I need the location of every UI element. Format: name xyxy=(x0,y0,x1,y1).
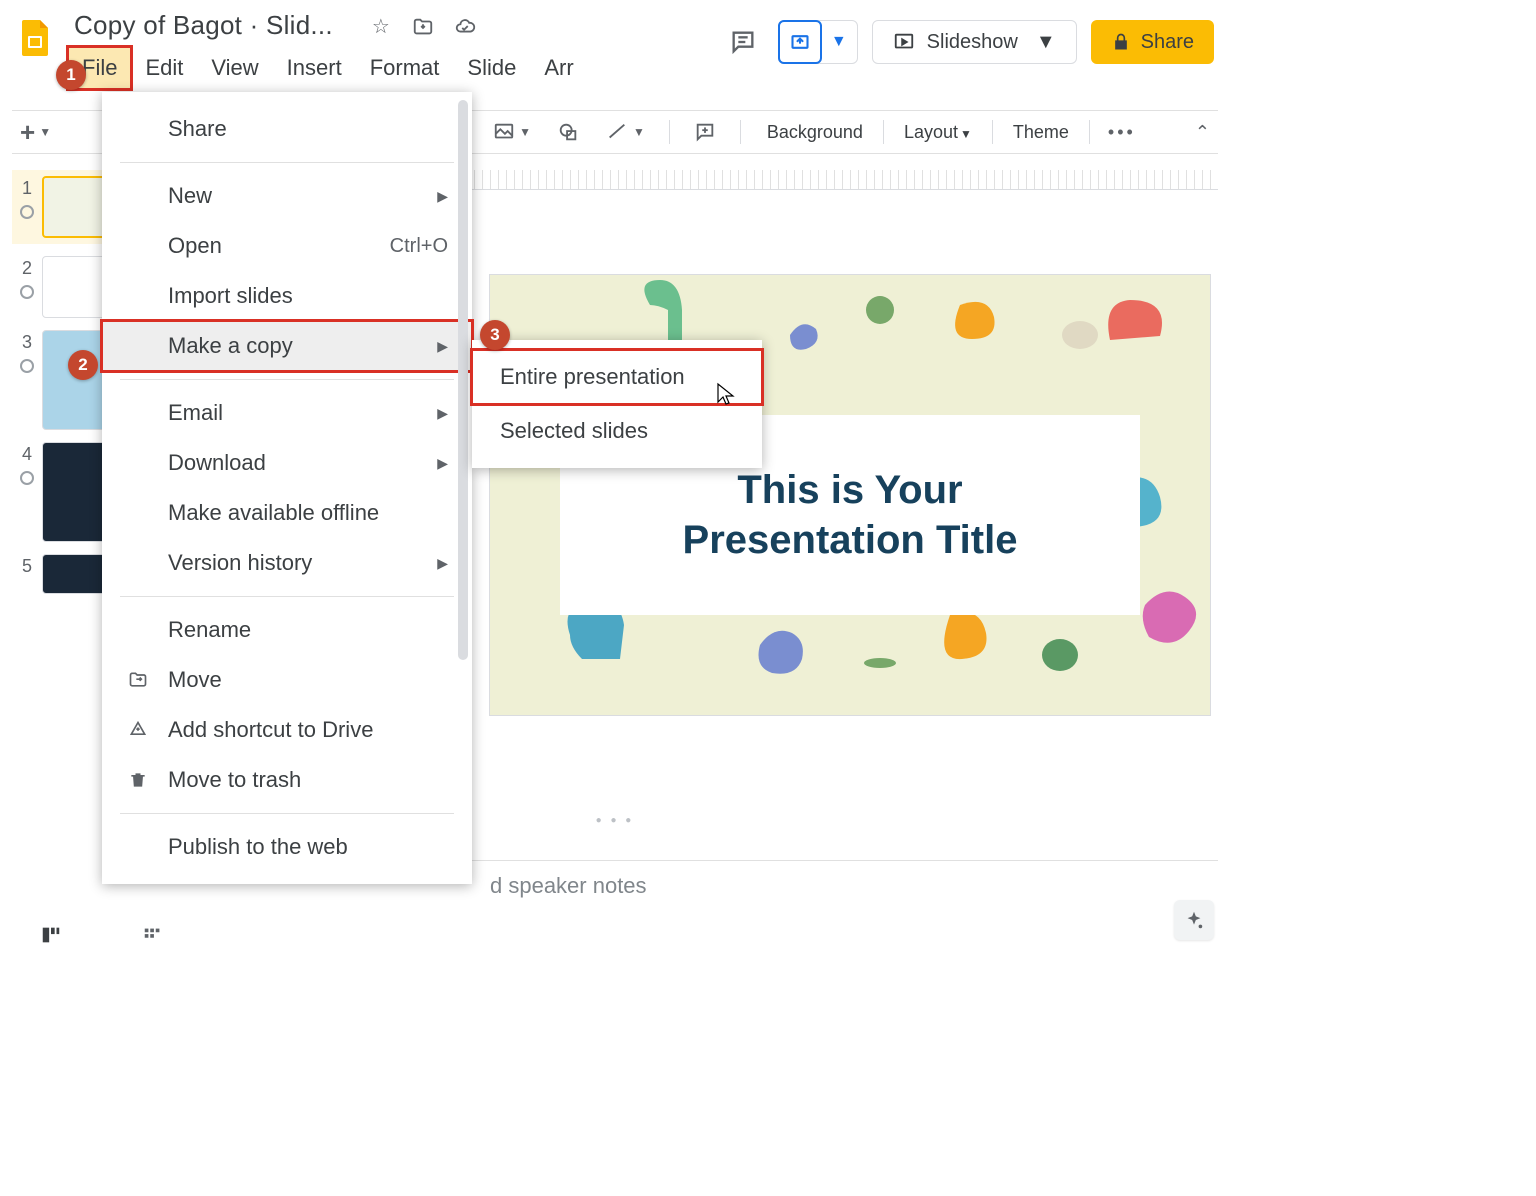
slideshow-label: Slideshow xyxy=(927,31,1018,54)
background-button[interactable]: Background xyxy=(757,118,873,147)
menu-item-import-slides[interactable]: Import slides xyxy=(102,271,472,321)
menu-item-publish-to-web[interactable]: Publish to the web xyxy=(102,822,472,872)
menu-item-version-history[interactable]: Version history▶ xyxy=(102,538,472,588)
layout-button[interactable]: Layout▼ xyxy=(894,118,982,147)
menu-format[interactable]: Format xyxy=(356,47,454,89)
slide-title-line-1: This is Your xyxy=(737,468,962,512)
slide-number: 5 xyxy=(12,554,42,577)
skip-slide-icon xyxy=(20,471,34,485)
submenu-selected-slides[interactable]: Selected slides xyxy=(472,404,762,458)
menu-view[interactable]: View xyxy=(197,47,272,89)
slide-number: 4 xyxy=(12,442,42,465)
theme-button[interactable]: Theme xyxy=(1003,118,1079,147)
slide-number: 3 xyxy=(12,330,42,353)
menu-item-make-a-copy[interactable]: Make a copy▶ xyxy=(102,321,472,371)
share-label: Share xyxy=(1141,31,1194,54)
skip-slide-icon xyxy=(20,285,34,299)
menu-item-email[interactable]: Email▶ xyxy=(102,388,472,438)
menu-item-move[interactable]: Move xyxy=(102,655,472,705)
annotation-badge-3: 3 xyxy=(480,320,510,350)
menu-item-rename[interactable]: Rename xyxy=(102,605,472,655)
slideshow-dropdown-icon[interactable]: ▼ xyxy=(1036,31,1056,54)
menu-item-move-to-trash[interactable]: Move to trash xyxy=(102,755,472,805)
slideshow-button[interactable]: Slideshow ▼ xyxy=(872,20,1077,64)
trash-icon xyxy=(126,768,150,792)
filmstrip-view-icon[interactable] xyxy=(142,924,164,946)
shape-tool-icon[interactable] xyxy=(549,117,587,147)
menu-arrange[interactable]: Arr xyxy=(530,47,587,89)
move-to-folder-icon[interactable] xyxy=(411,15,435,39)
annotation-badge-1: 1 xyxy=(56,60,86,90)
mouse-cursor-icon xyxy=(716,382,736,408)
explore-button[interactable] xyxy=(1174,900,1214,940)
line-tool-icon[interactable]: ▼ xyxy=(597,117,653,147)
menu-item-new[interactable]: New▶ xyxy=(102,171,472,221)
skip-slide-icon xyxy=(20,359,34,373)
slide-number: 1 xyxy=(12,176,42,199)
drive-shortcut-icon xyxy=(126,718,150,742)
share-button[interactable]: Share xyxy=(1091,20,1214,64)
menu-item-add-shortcut[interactable]: Add shortcut to Drive xyxy=(102,705,472,755)
new-slide-button[interactable]: + ▼ xyxy=(12,113,59,152)
slide-title-line-2: Presentation Title xyxy=(683,518,1018,562)
star-icon[interactable]: ☆ xyxy=(369,15,393,39)
slides-logo-icon[interactable] xyxy=(12,14,60,62)
annotation-badge-2: 2 xyxy=(68,350,98,380)
header-right-controls: ▼ Slideshow ▼ Share xyxy=(722,20,1214,64)
present-dropdown-icon[interactable]: ▼ xyxy=(821,33,857,51)
menu-item-share[interactable]: Share xyxy=(102,104,472,154)
document-title[interactable]: Copy of Bagot · Slid... xyxy=(68,8,339,43)
comments-button[interactable] xyxy=(722,21,764,63)
menu-edit[interactable]: Edit xyxy=(131,47,197,89)
more-tools-icon[interactable]: ••• xyxy=(1100,118,1144,147)
menu-bar: File Edit View Insert Format Slide Arr xyxy=(68,47,588,89)
skip-slide-icon xyxy=(20,205,34,219)
menu-insert[interactable]: Insert xyxy=(273,47,356,89)
menu-item-download[interactable]: Download▶ xyxy=(102,438,472,488)
menu-item-open[interactable]: OpenCtrl+O xyxy=(102,221,472,271)
grid-view-icon[interactable] xyxy=(40,924,62,946)
image-tool-icon[interactable]: ▼ xyxy=(485,117,539,147)
chevron-up-icon[interactable]: ⌃ xyxy=(1187,118,1218,147)
present-pill[interactable]: ▼ xyxy=(778,20,858,64)
menu-scrollbar[interactable] xyxy=(458,100,468,660)
cloud-status-icon[interactable] xyxy=(453,15,477,39)
file-menu: Share New▶ OpenCtrl+O Import slides Make… xyxy=(102,92,472,884)
splitter-handle[interactable]: ● ● ● xyxy=(596,815,635,826)
bottom-view-icons xyxy=(40,924,164,946)
menu-item-make-available-offline[interactable]: Make available offline xyxy=(102,488,472,538)
comment-add-icon[interactable] xyxy=(686,117,724,147)
move-icon xyxy=(126,668,150,692)
slide-number: 2 xyxy=(12,256,42,279)
menu-slide[interactable]: Slide xyxy=(453,47,530,89)
